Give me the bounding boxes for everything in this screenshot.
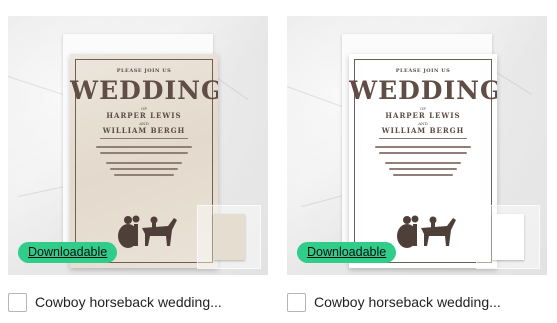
paper-swatch[interactable] (197, 205, 261, 269)
invitation-heading: WEDDING (70, 76, 218, 105)
downloadable-badge[interactable]: Downloadable (18, 242, 118, 263)
couple-horse-silhouette-icon (397, 215, 456, 248)
select-checkbox[interactable] (8, 293, 27, 312)
swatch-card-white (492, 214, 524, 260)
invitation-name-1: HARPER LEWIS (385, 111, 461, 120)
invitation-name-2: WILLIAM BERGH (102, 126, 186, 135)
swatch-card-kraft (213, 214, 245, 260)
product-title-link[interactable]: Cowboy horseback wedding... (314, 294, 501, 310)
product-card[interactable]: PLEASE JOIN US WEDDING OF HARPER LEWIS A… (8, 0, 268, 323)
invitation-name-2: WILLIAM BERGH (381, 126, 465, 135)
invitation-text-line (375, 146, 471, 148)
invitation-card: PLEASE JOIN US WEDDING OF HARPER LEWIS A… (349, 54, 497, 268)
product-image[interactable]: PLEASE JOIN US WEDDING OF HARPER LEWIS A… (287, 16, 547, 275)
product-title-link[interactable]: Cowboy horseback wedding... (35, 294, 222, 310)
product-card[interactable]: PLEASE JOIN US WEDDING OF HARPER LEWIS A… (287, 0, 547, 323)
product-image[interactable]: PLEASE JOIN US WEDDING OF HARPER LEWIS A… (8, 16, 268, 275)
invitation-heading: WEDDING (349, 76, 497, 105)
invitation-text-line (389, 168, 457, 170)
invitation-divider (379, 138, 467, 139)
select-checkbox[interactable] (287, 293, 306, 312)
paper-swatch[interactable] (476, 205, 540, 269)
invitation-name-1: HARPER LEWIS (106, 111, 182, 120)
invitation-please-text: PLEASE JOIN US (116, 68, 172, 74)
invitation-please-text: PLEASE JOIN US (395, 68, 451, 74)
invitation-text-line (114, 174, 174, 176)
invitation-text-line (393, 174, 453, 176)
couple-horse-silhouette-icon (118, 215, 177, 248)
invitation-card: PLEASE JOIN US WEDDING OF HARPER LEWIS A… (70, 54, 218, 268)
invitation-text-line (379, 152, 467, 154)
invitation-text-line (106, 162, 182, 164)
invitation-divider (100, 138, 188, 139)
invitation-text-line (110, 168, 178, 170)
invitation-text-line (100, 152, 188, 154)
downloadable-badge[interactable]: Downloadable (297, 242, 397, 263)
invitation-text-line (385, 162, 461, 164)
invitation-text-line (96, 146, 192, 148)
